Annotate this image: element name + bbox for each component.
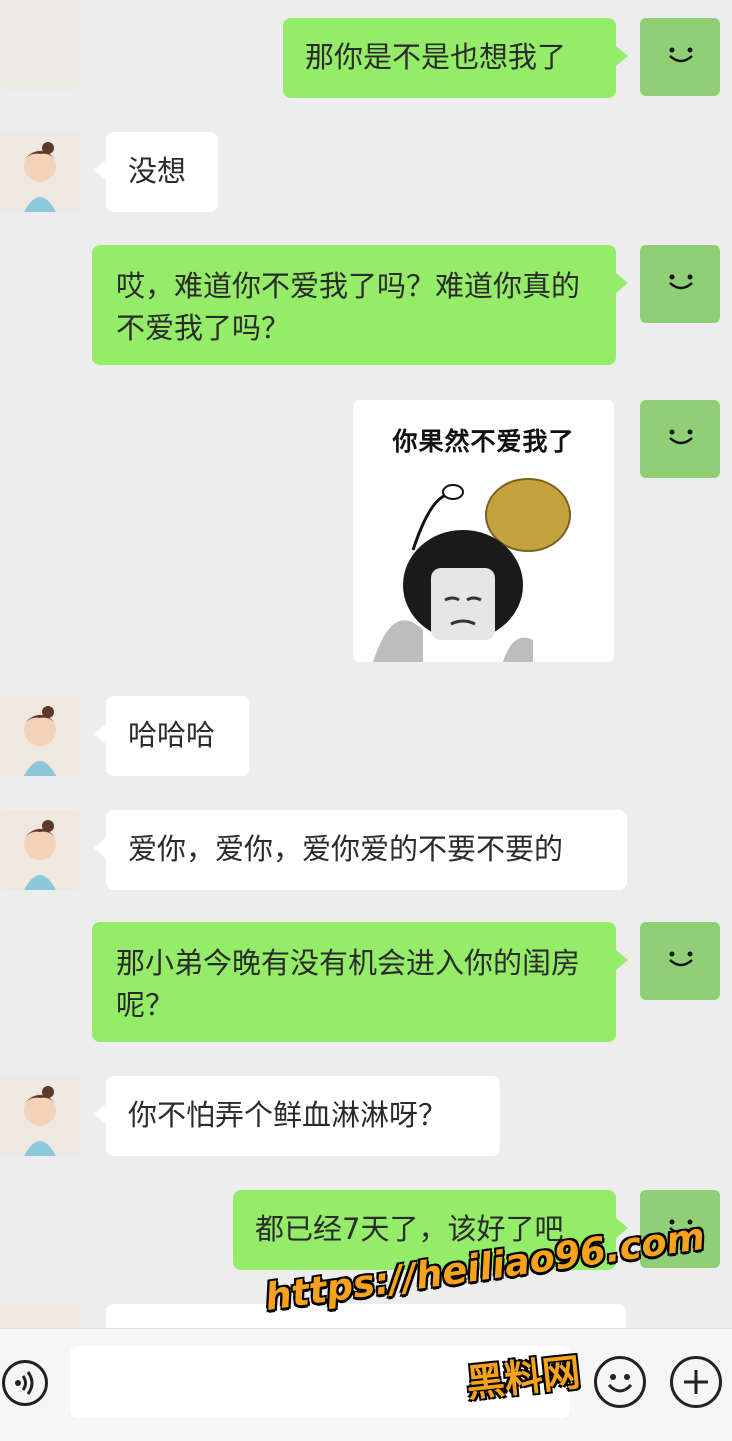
message-bubble-received[interactable]: 哈哈哈 xyxy=(94,696,249,776)
chat-history[interactable]: 那你是不是也想我了 没想 哎，难道你不爱我了吗？难道你真的不爱我了吗？ 你果然不… xyxy=(0,0,732,1328)
voice-icon[interactable] xyxy=(2,1360,48,1406)
message-bubble-received[interactable]: 爱你，爱你，爱你爱的不要不要的 xyxy=(94,810,627,890)
contact-avatar[interactable] xyxy=(0,1304,80,1328)
my-avatar[interactable] xyxy=(640,18,720,96)
plus-icon[interactable] xyxy=(670,1356,722,1408)
add-icon xyxy=(684,1370,708,1394)
smile-icon xyxy=(669,47,693,63)
meme-face-icon xyxy=(373,478,571,662)
contact-avatar[interactable] xyxy=(0,132,80,212)
smile-icon xyxy=(669,429,693,445)
girl-avatar-icon xyxy=(22,142,58,212)
my-avatar[interactable] xyxy=(640,245,720,323)
message-text: 哎，难道你不爱我了吗？难道你真的不爱我了吗？ xyxy=(116,269,581,345)
smile-icon xyxy=(669,274,693,290)
smile-icon xyxy=(669,951,693,967)
girl-avatar-icon xyxy=(22,820,58,890)
message-bubble-sent[interactable]: 那小弟今晚有没有机会进入你的闺房呢？ xyxy=(92,922,628,1042)
girl-avatar-icon xyxy=(22,706,58,776)
smiley-face-icon xyxy=(607,1374,633,1393)
emoji-icon[interactable] xyxy=(594,1356,646,1408)
sticker-message[interactable]: 你果然不爱我了 xyxy=(353,400,614,662)
message-text: 那你是不是也想我了 xyxy=(305,40,567,74)
message-bubble-sent[interactable]: 哎，难道你不爱我了吗？难道你真的不爱我了吗？ xyxy=(92,245,628,365)
message-bubble-received[interactable]: 没想 xyxy=(94,132,218,212)
message-text: 爱你，爱你，爱你爱的不要不要的 xyxy=(128,832,564,866)
message-text: 那小弟今晚有没有机会进入你的闺房呢？ xyxy=(116,946,581,1022)
sound-waves-icon xyxy=(15,1371,34,1395)
contact-avatar[interactable] xyxy=(0,0,80,90)
message-text: 你不怕弄个鲜血淋淋呀？ xyxy=(128,1098,448,1132)
contact-avatar[interactable] xyxy=(0,810,80,890)
contact-avatar[interactable] xyxy=(0,696,80,776)
my-avatar[interactable] xyxy=(640,400,720,478)
girl-avatar-icon xyxy=(22,1086,58,1156)
message-text: 哈哈哈 xyxy=(128,718,216,752)
contact-avatar[interactable] xyxy=(0,1076,80,1156)
message-bubble-sent[interactable]: 那你是不是也想我了 xyxy=(283,18,628,98)
message-bubble-received[interactable]: 你不怕弄个鲜血淋淋呀？ xyxy=(94,1076,500,1156)
my-avatar[interactable] xyxy=(640,922,720,1000)
message-text: 没想 xyxy=(128,154,187,188)
